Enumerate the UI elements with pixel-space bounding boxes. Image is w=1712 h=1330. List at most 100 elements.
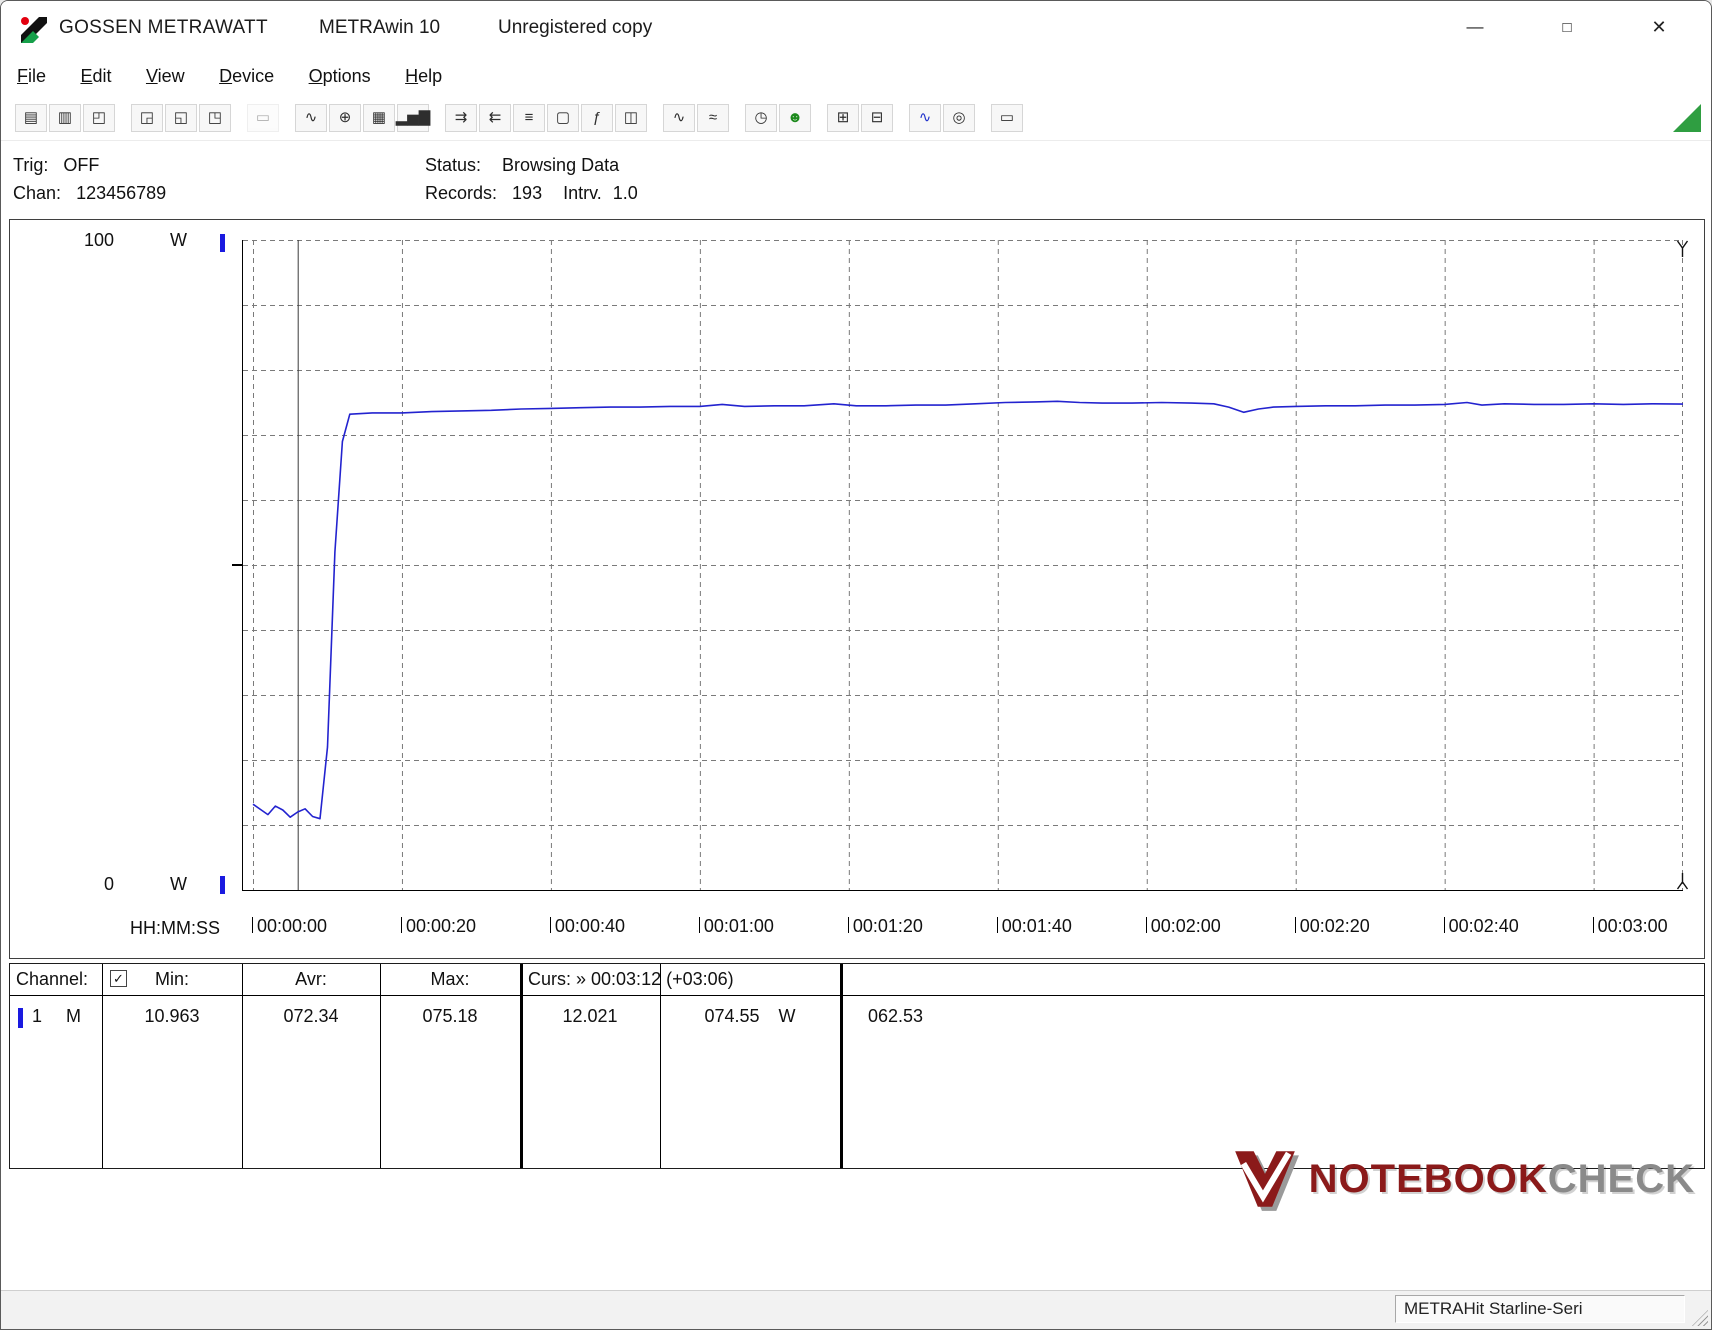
- modem-button: ▭: [247, 103, 279, 132]
- import-data-button[interactable]: ⇇: [479, 103, 511, 132]
- toolbar-buttons: ▤ ▥ ◰ ◲ ◱ ◳ ▭ ∿ ⊕ ▦ ▂▅▇ ⇉ ⇇ ≡ ▢ ƒ ◫ ∿ ≈ ◷ ☻ ⊞ ⊟ ∿ ◎ ▭: [15, 103, 1025, 132]
- status-records-info: Status: Browsing Data Records: 193 Intrv…: [425, 151, 638, 207]
- x-tick-mark: [1294, 917, 1296, 933]
- x-tick: 00:01:00: [698, 916, 774, 937]
- cursor1-value: 12.021: [562, 1006, 618, 1026]
- modem-icon: ▭: [255, 109, 271, 126]
- avr-column-header: Avr:: [295, 969, 327, 989]
- cursor2-value-cell: 074.55 W: [660, 1006, 840, 1027]
- x-axis-row: HH:MM:SS 00:00:00 00:00:20 00:00:40 00:01:0…: [10, 912, 1704, 950]
- waveform-b-icon: ≈: [708, 109, 718, 126]
- menu-options[interactable]: Options: [309, 57, 371, 95]
- status-label: Status:: [425, 155, 482, 175]
- device-settings-button[interactable]: ◲: [131, 103, 163, 132]
- zoom-curve-button[interactable]: ∿: [909, 103, 941, 132]
- x-tick-time-label: 00:00:00: [257, 916, 328, 936]
- minimize-icon: —: [1466, 17, 1484, 36]
- zoom-search-button[interactable]: ◎: [943, 103, 975, 132]
- x-tick: 00:02:40: [1443, 916, 1519, 937]
- interval-value: 1.0: [612, 183, 638, 203]
- x-tick-time-label: 00:01:40: [1001, 916, 1072, 936]
- display-view-button[interactable]: ◫: [615, 103, 647, 132]
- table-view-icon: ▦: [371, 109, 387, 126]
- x-tick: 00:01:20: [847, 916, 923, 937]
- save-button[interactable]: ▤: [15, 103, 47, 132]
- notebookcheck-logo-icon: [1234, 1151, 1299, 1211]
- channel-color-marker-top: [220, 234, 225, 252]
- chan-value: 123456789: [76, 183, 167, 203]
- records-label: Records:: [425, 183, 498, 203]
- y-axis-unit-bottom: W: [170, 874, 187, 894]
- y-axis-max-label: 100: [83, 230, 114, 250]
- y-axis-unit-top: W: [170, 230, 187, 250]
- connected-device-name: METRAHit Starline-Seri: [1404, 1299, 1583, 1318]
- y-axis-min-label: 0: [103, 874, 114, 894]
- waveform-a-button[interactable]: ∿: [663, 103, 695, 132]
- trigger-channel-info: Trig: OFF Chan: 123456789: [13, 151, 166, 207]
- channel-list-button[interactable]: ≡: [513, 103, 545, 132]
- channel-number: 1: [32, 1006, 43, 1026]
- waveform-a-icon: ∿: [672, 109, 686, 126]
- close-button[interactable]: ✕: [1635, 9, 1683, 45]
- menu-help[interactable]: Help: [405, 57, 442, 95]
- x-tick: 00:00:00: [252, 916, 327, 937]
- print-button[interactable]: ⊟: [861, 103, 893, 132]
- bargraph-view-button[interactable]: ▂▅▇: [395, 103, 431, 132]
- x-tick-time-label: 00:01:00: [703, 916, 774, 936]
- table-view-button[interactable]: ▦: [363, 103, 395, 132]
- monitor-view-button[interactable]: ▢: [547, 103, 579, 132]
- maximize-button[interactable]: □: [1543, 9, 1591, 45]
- bargraph-view-icon: ▂▅▇: [395, 109, 431, 126]
- device-store-button[interactable]: ◱: [165, 103, 197, 132]
- minimize-button[interactable]: —: [1451, 9, 1499, 45]
- open-icon: ◰: [91, 109, 107, 126]
- save-icon: ▤: [23, 109, 39, 126]
- open-button[interactable]: ◰: [83, 103, 115, 132]
- x-tick-labels: 00:00:00 00:00:20 00:00:40 00:01:00 00:01:20…: [242, 912, 1682, 950]
- y-axis-mid-tick: [232, 564, 242, 566]
- scope-view-button[interactable]: ⊕: [329, 103, 361, 132]
- curve-view-button[interactable]: ∿: [295, 103, 327, 132]
- app-brand-title: GOSSEN METRAWATT: [59, 17, 268, 38]
- menu-device[interactable]: Device: [219, 57, 274, 95]
- channel-list-icon: ≡: [524, 109, 534, 126]
- x-tick-time-label: 00:03:00: [1597, 916, 1668, 936]
- trig-value: OFF: [63, 155, 100, 175]
- watermark-word1: NOTEBOOK: [1308, 1156, 1548, 1201]
- min-column-header: Min:: [154, 969, 189, 989]
- menu-view[interactable]: View: [146, 57, 185, 95]
- live-mode-button[interactable]: ☻: [779, 103, 811, 132]
- x-tick-mark: [252, 917, 253, 933]
- save-as-button[interactable]: ▥: [49, 103, 81, 132]
- device-memory-button[interactable]: ◳: [199, 103, 231, 132]
- x-tick: 00:01:40: [996, 916, 1072, 937]
- chart-panel: 100 W 0 W HH:MM:SS 00:00:00 00:00:20 00:00…: [9, 219, 1705, 959]
- tooltip-mode-icon: ▭: [999, 109, 1015, 126]
- license-status-text: Unregistered copy: [498, 17, 653, 38]
- time-setup-button[interactable]: ◷: [745, 103, 777, 132]
- formula-button[interactable]: ƒ: [581, 103, 613, 132]
- max-value: 075.18: [422, 1006, 478, 1026]
- menu-edit[interactable]: Edit: [80, 57, 111, 95]
- connected-device-box: METRAHit Starline-Seri: [1395, 1295, 1685, 1323]
- cursor-delta-value: 062.53: [868, 1006, 924, 1026]
- chan-label: Chan:: [13, 183, 62, 203]
- status-bar: METRAHit Starline-Seri: [1, 1290, 1711, 1329]
- import-data-icon: ⇇: [488, 109, 502, 126]
- waveform-b-button[interactable]: ≈: [697, 103, 729, 132]
- print-preview-button[interactable]: ⊞: [827, 103, 859, 132]
- tooltip-mode-button[interactable]: ▭: [991, 103, 1023, 132]
- x-tick-mark: [698, 917, 700, 933]
- zoom-search-icon: ◎: [952, 109, 966, 126]
- curve-view-icon: ∿: [304, 109, 318, 126]
- export-data-button[interactable]: ⇉: [445, 103, 477, 132]
- resize-grip[interactable]: [1692, 1310, 1708, 1326]
- max-column-header: Max:: [430, 969, 470, 989]
- app-window: GOSSEN METRAWATT METRAwin 10 Unregistere…: [0, 0, 1712, 1330]
- cursor2-unit: W: [778, 1006, 796, 1026]
- chart-plot-area[interactable]: [242, 240, 1689, 891]
- menu-file[interactable]: File: [17, 57, 46, 95]
- x-tick: 00:00:40: [549, 916, 625, 937]
- x-tick-mark: [400, 917, 402, 933]
- live-mode-icon: ☻: [787, 109, 803, 126]
